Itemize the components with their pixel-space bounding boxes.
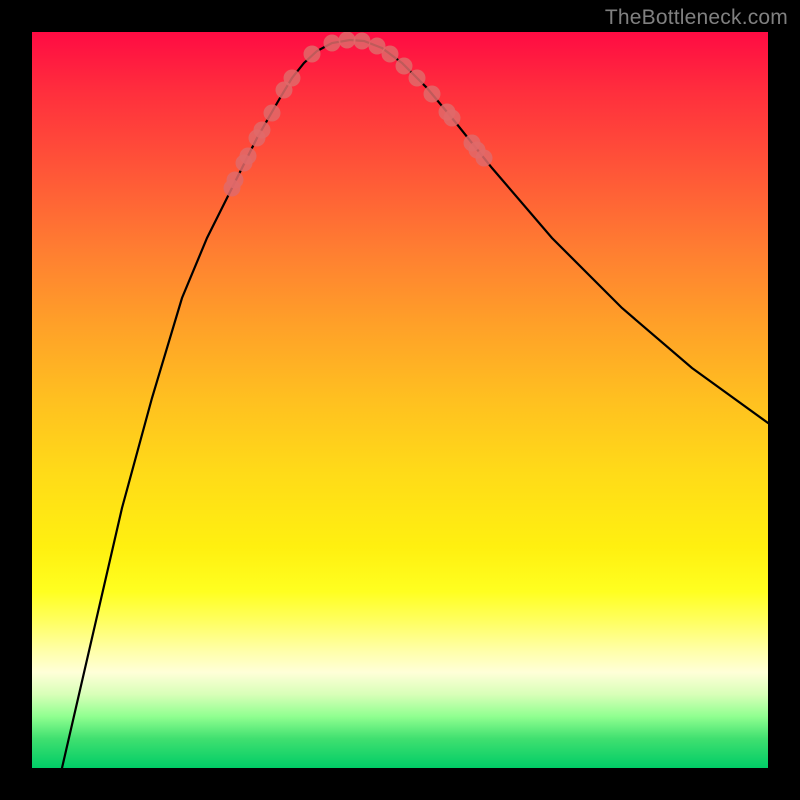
data-marker (264, 105, 281, 122)
data-marker (382, 46, 399, 63)
data-marker (284, 70, 301, 87)
data-marker (240, 148, 257, 165)
bottleneck-curve (62, 40, 768, 768)
data-marker (339, 32, 356, 49)
chart-container: TheBottleneck.com (0, 0, 800, 800)
data-marker (444, 110, 461, 127)
data-marker (396, 58, 413, 75)
watermark-text: TheBottleneck.com (605, 6, 788, 30)
data-marker (476, 150, 493, 167)
data-marker (304, 46, 321, 63)
data-marker (254, 122, 271, 139)
curve-svg (32, 32, 768, 768)
data-marker (409, 70, 426, 87)
data-marker (354, 33, 371, 50)
data-marker (324, 35, 341, 52)
data-markers (224, 32, 493, 197)
data-marker (424, 86, 441, 103)
plot-area (32, 32, 768, 768)
data-marker (227, 172, 244, 189)
